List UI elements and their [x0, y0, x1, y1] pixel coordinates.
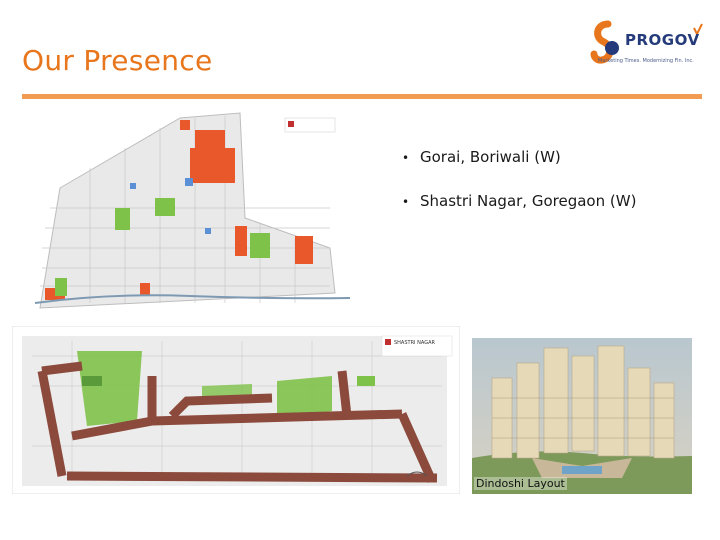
dindoshi-photo	[472, 338, 692, 494]
photo-caption: Dindoshi Layout	[474, 477, 567, 490]
title-underline	[22, 94, 702, 99]
location-list: • Gorai, Boriwali (W) • Shastri Nagar, Gor…	[402, 148, 636, 236]
slide-title: Our Presence	[22, 44, 213, 77]
map-label: SHASTRI NAGAR	[394, 340, 435, 346]
shastri-nagar-layout-map: SHASTRI NAGAR	[12, 326, 460, 494]
list-item: • Gorai, Boriwali (W)	[402, 148, 561, 166]
brand-tagline: Marketing Times. Modernizing Fin. Inc.	[598, 58, 694, 64]
list-item: • Shastri Nagar, Goregaon (W)	[402, 192, 637, 210]
brand-name: PROGOV	[625, 31, 700, 49]
gorai-layout-map	[30, 108, 370, 326]
